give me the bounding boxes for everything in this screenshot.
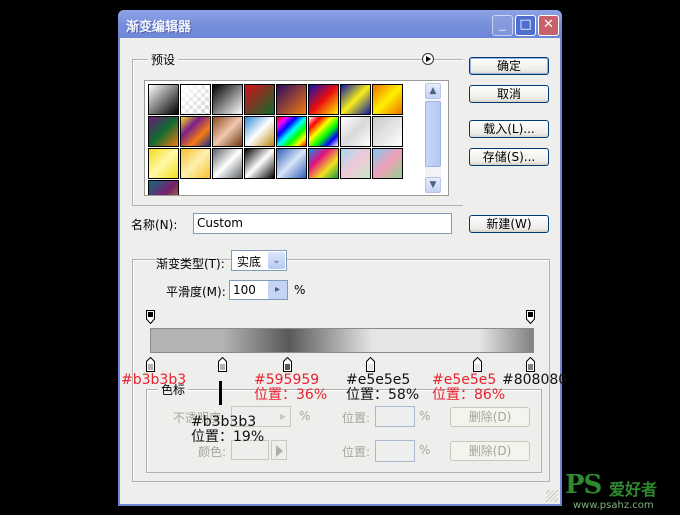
- opacity-stop[interactable]: [526, 310, 535, 325]
- preset-swatch-spectrum[interactable]: [276, 116, 307, 147]
- resize-grip[interactable]: [546, 490, 558, 502]
- maximize-button[interactable]: □: [515, 15, 536, 36]
- watermark-brand-cn: 爱好者: [609, 480, 658, 499]
- annotation-stop-5-color: #808080: [502, 372, 568, 388]
- delete-opacity-stop-button[interactable]: 删除(D): [450, 407, 530, 427]
- gradient-type-label: 渐变类型(T):: [156, 257, 225, 271]
- smoothness-input[interactable]: 100 ▸: [229, 280, 288, 300]
- annotation-stop-1-color: #b3b3b3: [191, 414, 257, 430]
- opacity-location-input[interactable]: [375, 406, 415, 427]
- presets-legend: 预设: [148, 51, 179, 68]
- opacity-unit: %: [299, 409, 311, 423]
- chevron-down-icon[interactable]: ⌄: [268, 252, 285, 269]
- preset-swatch-blue-stripes[interactable]: [276, 148, 307, 179]
- play-circle-icon: [426, 56, 431, 62]
- smoothness-label: 平滑度(M):: [166, 285, 226, 299]
- annotation-stop-2-position: 位置：36%: [254, 387, 328, 403]
- color-stop-4[interactable]: [472, 356, 482, 372]
- presets-menu-button[interactable]: [422, 53, 434, 65]
- preset-swatch-violet-green-orange[interactable]: [148, 116, 179, 147]
- name-label: 名称(N):: [131, 218, 178, 232]
- color-stop-0[interactable]: [146, 356, 155, 372]
- color-stop-1[interactable]: [218, 356, 228, 372]
- minimize-button[interactable]: _: [492, 15, 513, 36]
- opacity-stop[interactable]: [146, 310, 155, 325]
- smoothness-value: 100: [233, 283, 256, 297]
- color-stop-2[interactable]: [282, 356, 292, 372]
- close-button[interactable]: ✕: [538, 15, 559, 36]
- color-label: 颜色:: [198, 445, 227, 459]
- preset-swatch-pastel[interactable]: [340, 148, 371, 179]
- slider-arrow-icon: ▸: [279, 409, 286, 423]
- preset-swatch-orange-stripes[interactable]: [180, 148, 211, 179]
- gradient-preview-bar[interactable]: [150, 328, 534, 353]
- color-location-unit: %: [419, 443, 431, 457]
- ok-button[interactable]: 确定: [469, 57, 549, 75]
- gradient-type-select[interactable]: 实底 ⌄: [231, 250, 287, 271]
- load-button[interactable]: 载入(L)...: [469, 120, 549, 138]
- scroll-down-button[interactable]: ▼: [425, 177, 441, 193]
- preset-swatch-transparent-rainbow[interactable]: [308, 116, 339, 147]
- annotation-stop-4-position: 位置：86%: [432, 387, 506, 403]
- presets-scrollbar[interactable]: ▲ ▼: [425, 83, 441, 193]
- preset-swatch-chrome[interactable]: [244, 116, 275, 147]
- preset-swatch-orange-yellow-orange[interactable]: [372, 84, 403, 115]
- title-bar[interactable]: 渐变编辑器 _ □ ✕: [118, 10, 562, 38]
- preset-swatch-blue-red-yellow[interactable]: [308, 84, 339, 115]
- opacity-location-unit: %: [419, 409, 431, 423]
- color-stop-3[interactable]: [366, 356, 376, 372]
- annotation-stop-1-position: 位置：19%: [191, 429, 265, 445]
- preset-swatch-violet-orange[interactable]: [276, 84, 307, 115]
- window-title: 渐变编辑器: [126, 20, 192, 35]
- cancel-button[interactable]: 取消: [469, 85, 549, 103]
- annotation-stop-3-position: 位置：58%: [346, 387, 420, 403]
- slider-arrow-icon[interactable]: ▸: [268, 281, 287, 299]
- smoothness-unit: %: [294, 283, 306, 297]
- color-menu-button[interactable]: [271, 440, 287, 460]
- gradient-type-value: 实底: [237, 255, 262, 269]
- new-button[interactable]: 新建(W): [469, 215, 549, 233]
- preset-swatch-black-white[interactable]: [212, 84, 243, 115]
- preset-swatch-rainbow-diagonal[interactable]: [308, 148, 339, 179]
- color-stop-5[interactable]: [526, 356, 535, 372]
- save-button[interactable]: 存储(S)...: [469, 148, 549, 166]
- annotation-stop-2-color: #595959: [254, 372, 320, 388]
- preset-swatch-copper[interactable]: [212, 116, 243, 147]
- preset-swatch-foreground-to-transparent[interactable]: [180, 84, 211, 115]
- watermark-url: www.psahz.com: [573, 500, 654, 511]
- preset-swatch-blue-yellow-blue[interactable]: [340, 84, 371, 115]
- preset-swatch-foreground-to-background[interactable]: [148, 84, 179, 115]
- delete-color-stop-button[interactable]: 删除(D): [450, 441, 530, 461]
- name-input[interactable]: Custom: [193, 213, 452, 234]
- preset-swatch-yellow-violet-orange-blue[interactable]: [180, 116, 211, 147]
- play-arrow-icon: [276, 445, 283, 457]
- preset-swatch-yellow-stripes[interactable]: [148, 148, 179, 179]
- preset-swatch-teal-violet-orange[interactable]: [148, 180, 179, 195]
- color-location-input[interactable]: [375, 440, 415, 462]
- opacity-location-label: 位置:: [342, 411, 371, 425]
- preset-swatch-transparent-stripes[interactable]: [340, 116, 371, 147]
- scroll-up-button[interactable]: ▲: [425, 83, 441, 99]
- preset-swatch-neutral-density[interactable]: [372, 116, 403, 147]
- preset-swatch-steel-stripes[interactable]: [212, 148, 243, 179]
- annotation-pointer-line: [219, 381, 222, 405]
- scroll-thumb[interactable]: [425, 101, 441, 167]
- color-location-label: 位置:: [342, 445, 371, 459]
- watermark-brand: PS: [565, 470, 602, 500]
- preset-swatch-red-green[interactable]: [244, 84, 275, 115]
- annotation-stop-4-color: #e5e5e5: [432, 372, 497, 388]
- annotation-stop-3-color: #e5e5e5: [346, 372, 411, 388]
- preset-swatch-black-stripes[interactable]: [244, 148, 275, 179]
- preset-swatch-pastel-2[interactable]: [372, 148, 403, 179]
- annotation-stop-0-color: #b3b3b3: [121, 372, 187, 388]
- gradient-editor-window: 渐变编辑器 _ □ ✕ 预设 ▲ ▼ 确定 取消 载入(L)... 存储(S).…: [118, 10, 562, 506]
- presets-grid: [144, 80, 449, 196]
